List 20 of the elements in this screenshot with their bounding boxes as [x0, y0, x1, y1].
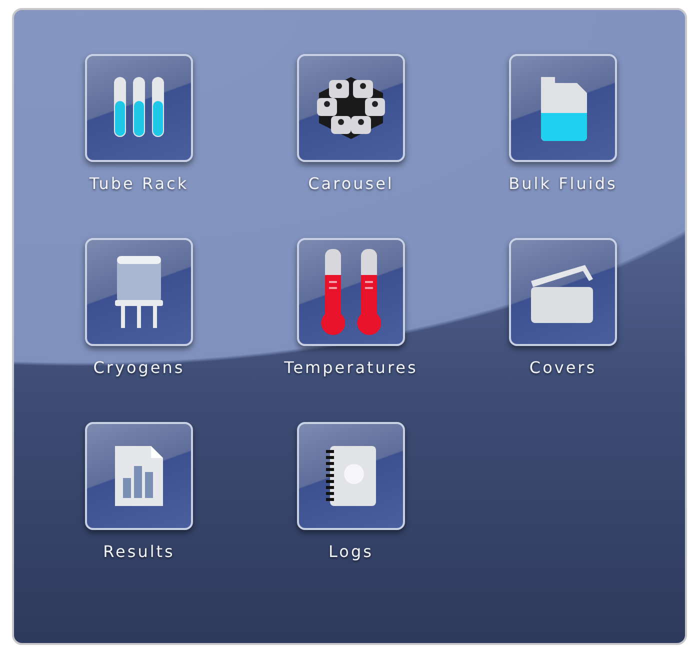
tile-label: Results: [103, 541, 175, 563]
launcher-tile[interactable]: [85, 54, 193, 162]
launcher-tile[interactable]: [85, 238, 193, 346]
launcher-tile[interactable]: [297, 422, 405, 530]
tile-label: Carousel: [308, 173, 394, 195]
notebook-icon: [324, 444, 378, 508]
launcher-tile[interactable]: [297, 54, 405, 162]
chart-document-icon: [113, 444, 165, 508]
tile-label: Covers: [529, 357, 597, 379]
tile-label: Cryogens: [93, 357, 185, 379]
launcher-tile[interactable]: [509, 54, 617, 162]
tile-label: Logs: [328, 541, 374, 563]
tile-label: Temperatures: [284, 357, 418, 379]
thermometers-icon: [320, 247, 382, 337]
tank-icon: [113, 254, 165, 330]
launcher-tile[interactable]: [509, 238, 617, 346]
launcher-tile[interactable]: [85, 422, 193, 530]
tile-label: Tube Rack: [89, 173, 189, 195]
launcher-tile[interactable]: [297, 238, 405, 346]
tile-label: Bulk Fluids: [508, 173, 618, 195]
